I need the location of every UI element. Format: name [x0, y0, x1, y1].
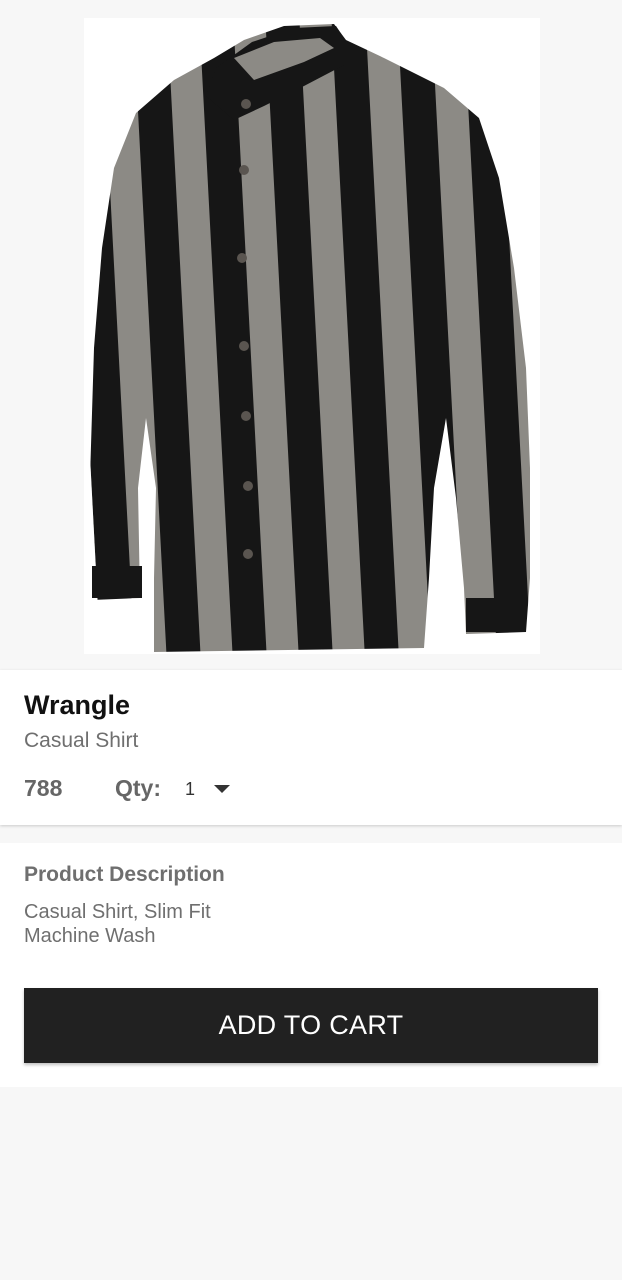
striped-shirt-illustration: [90, 24, 530, 652]
product-brand: Wrangle: [24, 690, 131, 720]
description-title: Product Description: [24, 863, 225, 886]
product-price: 788: [24, 775, 63, 801]
product-detail-page: Wrangle Casual Shirt 788 Qty: 1 Product …: [0, 0, 622, 1280]
product-category: Casual Shirt: [24, 729, 139, 752]
quantity-value: 1: [185, 778, 196, 799]
product-image-area: [0, 0, 622, 668]
product-info-card: Wrangle Casual Shirt 788 Qty: 1: [0, 670, 622, 825]
product-image: [84, 18, 540, 654]
description-line: Casual Shirt, Slim Fit: [24, 901, 211, 923]
add-to-cart-button[interactable]: ADD TO CART: [24, 988, 598, 1063]
product-description-card: Product Description Casual Shirt, Slim F…: [0, 843, 622, 1087]
description-line: Machine Wash: [24, 925, 156, 947]
quantity-label: Qty:: [115, 775, 161, 801]
quantity-dropdown[interactable]: 1: [178, 774, 238, 804]
dropdown-arrow-icon: [214, 785, 231, 793]
